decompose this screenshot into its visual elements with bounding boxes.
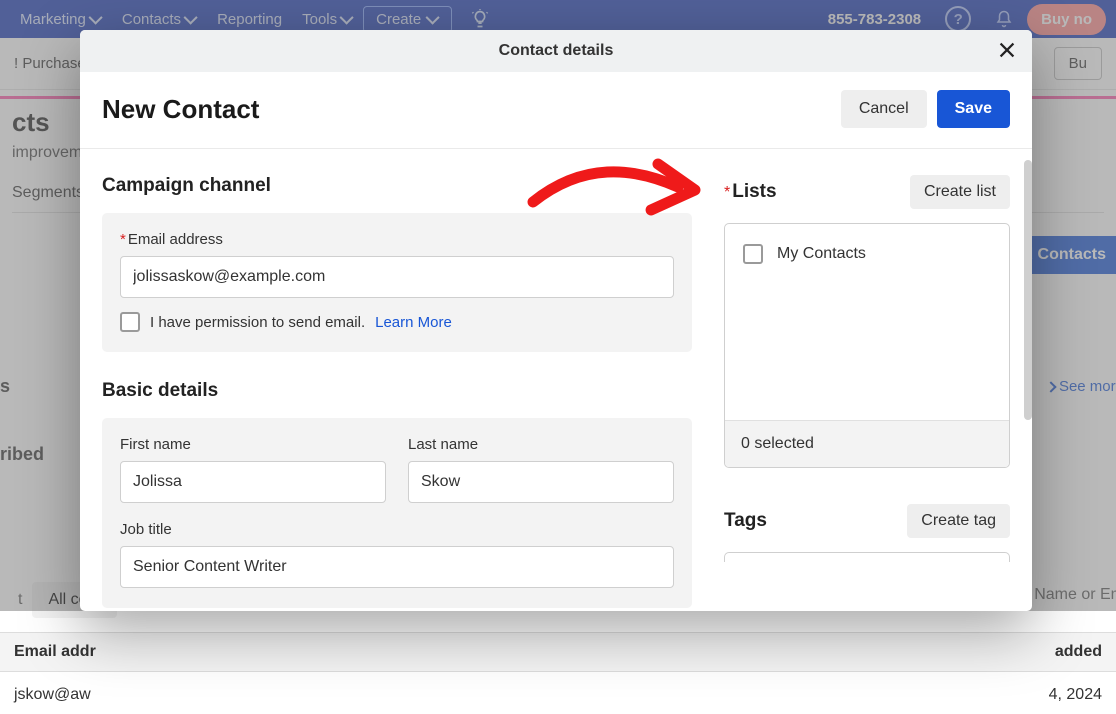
create-list-label: Create list [924, 183, 996, 200]
th-added: added [1055, 643, 1102, 661]
lists-body: My Contacts [725, 224, 1009, 420]
create-tag-label: Create tag [921, 512, 996, 529]
lists-header: *Lists Create list [724, 175, 1010, 209]
last-name-label: Last name [408, 436, 674, 453]
basic-panel: First name Last name Job title [102, 418, 692, 608]
basic-section: Basic details First name Last name J [102, 380, 692, 608]
right-column: *Lists Create list My Contacts 0 selecte… [724, 175, 1010, 571]
tags-box [724, 552, 1010, 562]
last-name-input[interactable] [408, 461, 674, 503]
modal-header-title: Contact details [499, 42, 614, 60]
th-email: Email addr [14, 643, 96, 661]
first-name-label: First name [120, 436, 386, 453]
lists-title: Lists [732, 181, 776, 202]
save-label: Save [955, 100, 992, 117]
cancel-label: Cancel [859, 100, 909, 117]
modal-title: New Contact [102, 94, 259, 125]
close-button[interactable] [996, 39, 1018, 61]
tags-header: Tags Create tag [724, 504, 1010, 538]
scrollbar[interactable] [1024, 160, 1032, 420]
basic-section-title: Basic details [102, 380, 692, 402]
tags-title: Tags [724, 510, 767, 532]
campaign-section-title: Campaign channel [102, 175, 692, 197]
email-input[interactable] [120, 256, 674, 298]
modal-body: Campaign channel *Email address I have p… [80, 149, 1032, 611]
list-item-label: My Contacts [777, 245, 866, 263]
job-title-input[interactable] [120, 546, 674, 588]
table-row[interactable]: jskow@aw 4, 2024 [0, 676, 1116, 714]
lists-title-wrap: *Lists [724, 181, 777, 203]
email-label-text: Email address [128, 231, 223, 248]
permission-checkbox[interactable] [120, 312, 140, 332]
lists-box: My Contacts 0 selected [724, 223, 1010, 468]
cell-email: jskow@aw [14, 686, 91, 704]
lists-footer: 0 selected [725, 420, 1009, 467]
required-indicator: * [724, 184, 730, 201]
modal-header: Contact details [80, 30, 1032, 72]
modal-actions: Cancel Save [841, 90, 1010, 128]
permission-text: I have permission to send email. [150, 314, 365, 331]
create-tag-button[interactable]: Create tag [907, 504, 1010, 538]
learn-more-label: Learn More [375, 314, 452, 331]
save-button[interactable]: Save [937, 90, 1010, 128]
left-column: Campaign channel *Email address I have p… [102, 175, 692, 571]
selected-count: 0 selected [741, 435, 814, 452]
email-label: *Email address [120, 231, 674, 248]
close-icon [996, 39, 1018, 61]
cancel-button[interactable]: Cancel [841, 90, 927, 128]
contact-modal: Contact details New Contact Cancel Save … [80, 30, 1032, 611]
job-title-label: Job title [120, 521, 674, 538]
learn-more-link[interactable]: Learn More [375, 314, 452, 331]
required-indicator: * [120, 231, 126, 248]
campaign-panel: *Email address I have permission to send… [102, 213, 692, 352]
table-header: Email addr added [0, 632, 1116, 672]
permission-row: I have permission to send email. Learn M… [120, 312, 674, 332]
modal-title-row: New Contact Cancel Save [80, 72, 1032, 149]
create-list-button[interactable]: Create list [910, 175, 1010, 209]
list-checkbox[interactable] [743, 244, 763, 264]
list-item[interactable]: My Contacts [743, 244, 991, 264]
tags-section: Tags Create tag [724, 504, 1010, 562]
first-name-input[interactable] [120, 461, 386, 503]
cell-added: 4, 2024 [1049, 686, 1102, 704]
